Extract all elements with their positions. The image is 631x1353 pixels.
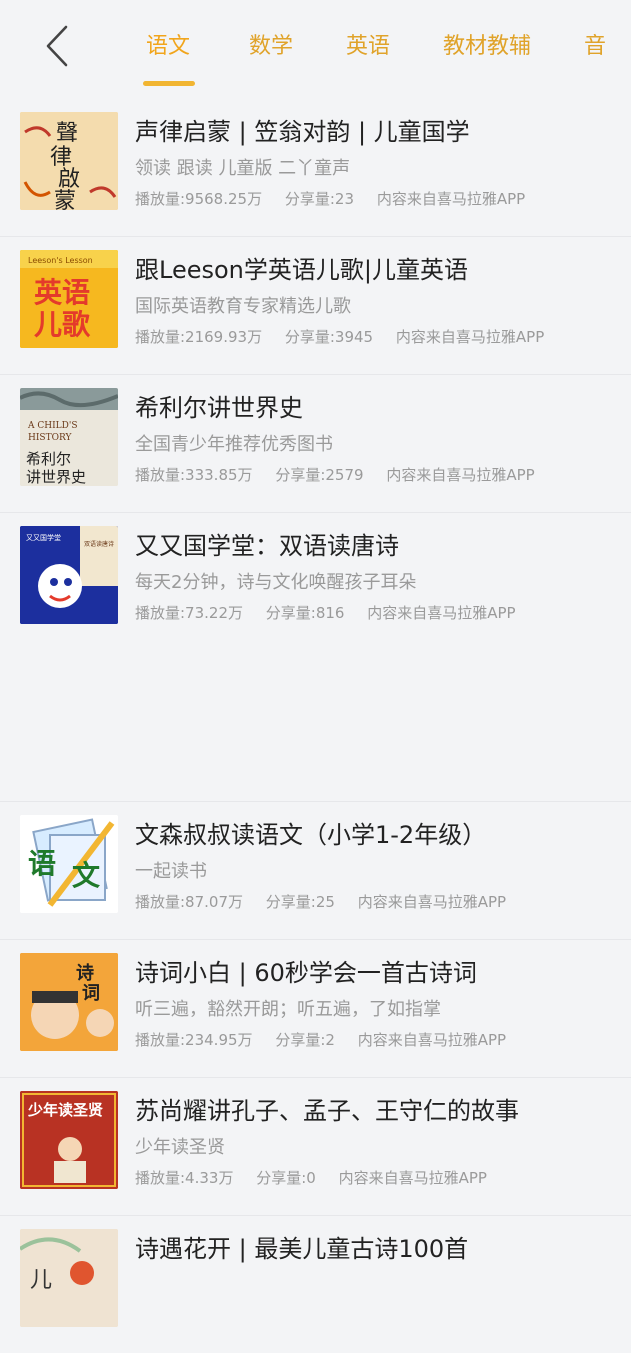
cover-art: 语 文 bbox=[20, 815, 118, 913]
svg-text:讲世界史: 讲世界史 bbox=[26, 468, 86, 486]
svg-text:蒙: 蒙 bbox=[54, 189, 76, 210]
item-title: 声律启蒙 | 笠翁对韵 | 儿童国学 bbox=[135, 118, 470, 146]
tab-math[interactable]: 数学 bbox=[249, 28, 293, 60]
play-count: 播放量:4.33万 bbox=[135, 1169, 234, 1187]
item-title: 苏尚耀讲孔子、孟子、王守仁的故事 bbox=[135, 1097, 519, 1125]
svg-text:希利尔: 希利尔 bbox=[26, 450, 71, 468]
share-count: 分享量:0 bbox=[256, 1169, 316, 1187]
item-subtitle: 少年读圣贤 bbox=[135, 1137, 225, 1158]
album-cover: Leeson's Lesson 英语 儿歌 bbox=[20, 250, 118, 348]
category-tabs: 语文 数学 英语 教材教辅 音 bbox=[0, 0, 631, 98]
share-count: 分享量:3945 bbox=[284, 328, 374, 346]
item-meta: 播放量:333.85万 分享量:2579 内容来自喜马拉雅APP bbox=[135, 464, 615, 485]
svg-text:诗: 诗 bbox=[76, 963, 94, 984]
list-item[interactable]: A CHILD'S HISTORY 希利尔 讲世界史 希利尔讲世界史 全国青少年… bbox=[0, 374, 631, 513]
content-source: 内容来自喜马拉雅APP bbox=[367, 604, 516, 622]
album-cover: 诗 词 bbox=[20, 953, 118, 1051]
item-title: 希利尔讲世界史 bbox=[135, 394, 303, 422]
item-title: 文森叔叔读语文（小学1-2年级） bbox=[135, 821, 487, 849]
share-count: 分享量:2 bbox=[275, 1031, 335, 1049]
play-count: 播放量:9568.25万 bbox=[135, 190, 263, 208]
item-meta: 播放量:234.95万 分享量:2 内容来自喜马拉雅APP bbox=[135, 1029, 615, 1050]
item-subtitle: 全国青少年推荐优秀图书 bbox=[135, 434, 333, 455]
list-item[interactable]: 诗 词 诗词小白 | 60秒学会一首古诗词 听三遍，豁然开朗；听五遍，了如指掌 … bbox=[0, 939, 631, 1078]
album-cover: 少年读圣贤 bbox=[20, 1091, 118, 1189]
content-source: 内容来自喜马拉雅APP bbox=[357, 893, 507, 911]
share-count: 分享量:23 bbox=[284, 190, 355, 208]
list-item[interactable]: 语 文 文森叔叔读语文（小学1-2年级） 一起读书 播放量:87.07万 分享量… bbox=[0, 801, 631, 940]
content-source: 内容来自喜马拉雅APP bbox=[386, 466, 535, 484]
content-source: 内容来自喜马拉雅APP bbox=[338, 1169, 487, 1187]
item-subtitle: 国际英语教育专家精选儿歌 bbox=[135, 296, 351, 317]
svg-text:Leeson's Lesson: Leeson's Lesson bbox=[28, 256, 93, 265]
top-bar: 语文 数学 英语 教材教辅 音 bbox=[0, 0, 631, 98]
play-count: 播放量:87.07万 bbox=[135, 893, 243, 911]
album-cover: 聲 律 啟 蒙 bbox=[20, 112, 118, 210]
album-cover: 又又国学堂 双语读唐诗 bbox=[20, 526, 118, 624]
play-count: 播放量:234.95万 bbox=[135, 1031, 253, 1049]
list-item[interactable]: 聲 律 啟 蒙 声律启蒙 | 笠翁对韵 | 儿童国学 领读 跟读 儿童版 二丫童… bbox=[0, 98, 631, 237]
item-subtitle: 每天2分钟，诗与文化唤醒孩子耳朵 bbox=[135, 572, 417, 593]
svg-text:语: 语 bbox=[28, 847, 56, 880]
cover-art: 又又国学堂 双语读唐诗 bbox=[20, 526, 118, 624]
item-meta: 播放量:9568.25万 分享量:23 内容来自喜马拉雅APP bbox=[135, 188, 615, 209]
cover-art: Leeson's Lesson 英语 儿歌 bbox=[20, 250, 118, 348]
svg-text:A CHILD'S: A CHILD'S bbox=[27, 421, 77, 431]
play-count: 播放量:333.85万 bbox=[135, 466, 253, 484]
item-title: 跟Leeson学英语儿歌|儿童英语 bbox=[135, 256, 468, 284]
item-subtitle: 一起读书 bbox=[135, 861, 207, 882]
list-item[interactable]: 又又国学堂 双语读唐诗 又又国学堂：双语读唐诗 每天2分钟，诗与文化唤醒孩子耳朵… bbox=[0, 512, 631, 651]
share-count: 分享量:25 bbox=[265, 893, 335, 911]
album-cover: A CHILD'S HISTORY 希利尔 讲世界史 bbox=[20, 388, 118, 486]
play-count: 播放量:73.22万 bbox=[135, 604, 243, 622]
content-source: 内容来自喜马拉雅APP bbox=[376, 190, 526, 208]
item-meta: 播放量:2169.93万 分享量:3945 内容来自喜马拉雅APP bbox=[135, 326, 615, 347]
svg-text:儿歌: 儿歌 bbox=[34, 308, 91, 341]
svg-text:聲: 聲 bbox=[56, 121, 78, 146]
svg-text:HISTORY: HISTORY bbox=[28, 433, 72, 443]
album-cover: 语 文 bbox=[20, 815, 118, 913]
svg-text:英语: 英语 bbox=[34, 276, 90, 309]
cover-art: 少年读圣贤 bbox=[20, 1091, 118, 1189]
item-subtitle: 领读 跟读 儿童版 二丫童声 bbox=[135, 158, 351, 179]
content-source: 内容来自喜马拉雅APP bbox=[395, 328, 545, 346]
share-count: 分享量:816 bbox=[265, 604, 345, 622]
tab-textbooks[interactable]: 教材教辅 bbox=[443, 28, 531, 60]
svg-text:又又国学堂: 又又国学堂 bbox=[26, 533, 61, 542]
play-count: 播放量:2169.93万 bbox=[135, 328, 263, 346]
tab-chinese[interactable]: 语文 bbox=[146, 28, 190, 60]
list-item[interactable]: 儿 诗遇花开 | 最美儿童古诗100首 bbox=[0, 1215, 631, 1353]
list-item[interactable]: 少年读圣贤 苏尚耀讲孔子、孟子、王守仁的故事 少年读圣贤 播放量:4.33万 分… bbox=[0, 1077, 631, 1216]
svg-text:少年读圣贤: 少年读圣贤 bbox=[27, 1101, 103, 1119]
item-meta: 播放量:87.07万 分享量:25 内容来自喜马拉雅APP bbox=[135, 891, 615, 912]
svg-text:双语读唐诗: 双语读唐诗 bbox=[84, 540, 114, 548]
content-source: 内容来自喜马拉雅APP bbox=[357, 1031, 507, 1049]
cover-art: 诗 词 bbox=[20, 953, 118, 1051]
active-tab-indicator bbox=[143, 81, 195, 86]
list-item[interactable]: Leeson's Lesson 英语 儿歌 跟Leeson学英语儿歌|儿童英语 … bbox=[0, 236, 631, 375]
share-count: 分享量:2579 bbox=[275, 466, 364, 484]
item-title: 诗词小白 | 60秒学会一首古诗词 bbox=[135, 959, 477, 987]
empty-gap bbox=[0, 650, 631, 802]
svg-text:儿: 儿 bbox=[30, 1268, 52, 1293]
album-cover: 儿 bbox=[20, 1229, 118, 1327]
item-meta: 播放量:73.22万 分享量:816 内容来自喜马拉雅APP bbox=[135, 602, 615, 623]
cover-art: A CHILD'S HISTORY 希利尔 讲世界史 bbox=[20, 388, 118, 486]
item-meta: 播放量:4.33万 分享量:0 内容来自喜马拉雅APP bbox=[135, 1167, 615, 1188]
item-title: 诗遇花开 | 最美儿童古诗100首 bbox=[135, 1235, 469, 1263]
tab-music[interactable]: 音 bbox=[584, 28, 606, 60]
item-subtitle: 听三遍，豁然开朗；听五遍，了如指掌 bbox=[135, 999, 441, 1020]
tab-english[interactable]: 英语 bbox=[346, 28, 390, 60]
svg-text:文: 文 bbox=[72, 859, 100, 892]
cover-art: 聲 律 啟 蒙 bbox=[20, 112, 118, 210]
svg-text:词: 词 bbox=[82, 983, 100, 1004]
item-title: 又又国学堂：双语读唐诗 bbox=[135, 532, 399, 560]
cover-art: 儿 bbox=[20, 1229, 118, 1327]
